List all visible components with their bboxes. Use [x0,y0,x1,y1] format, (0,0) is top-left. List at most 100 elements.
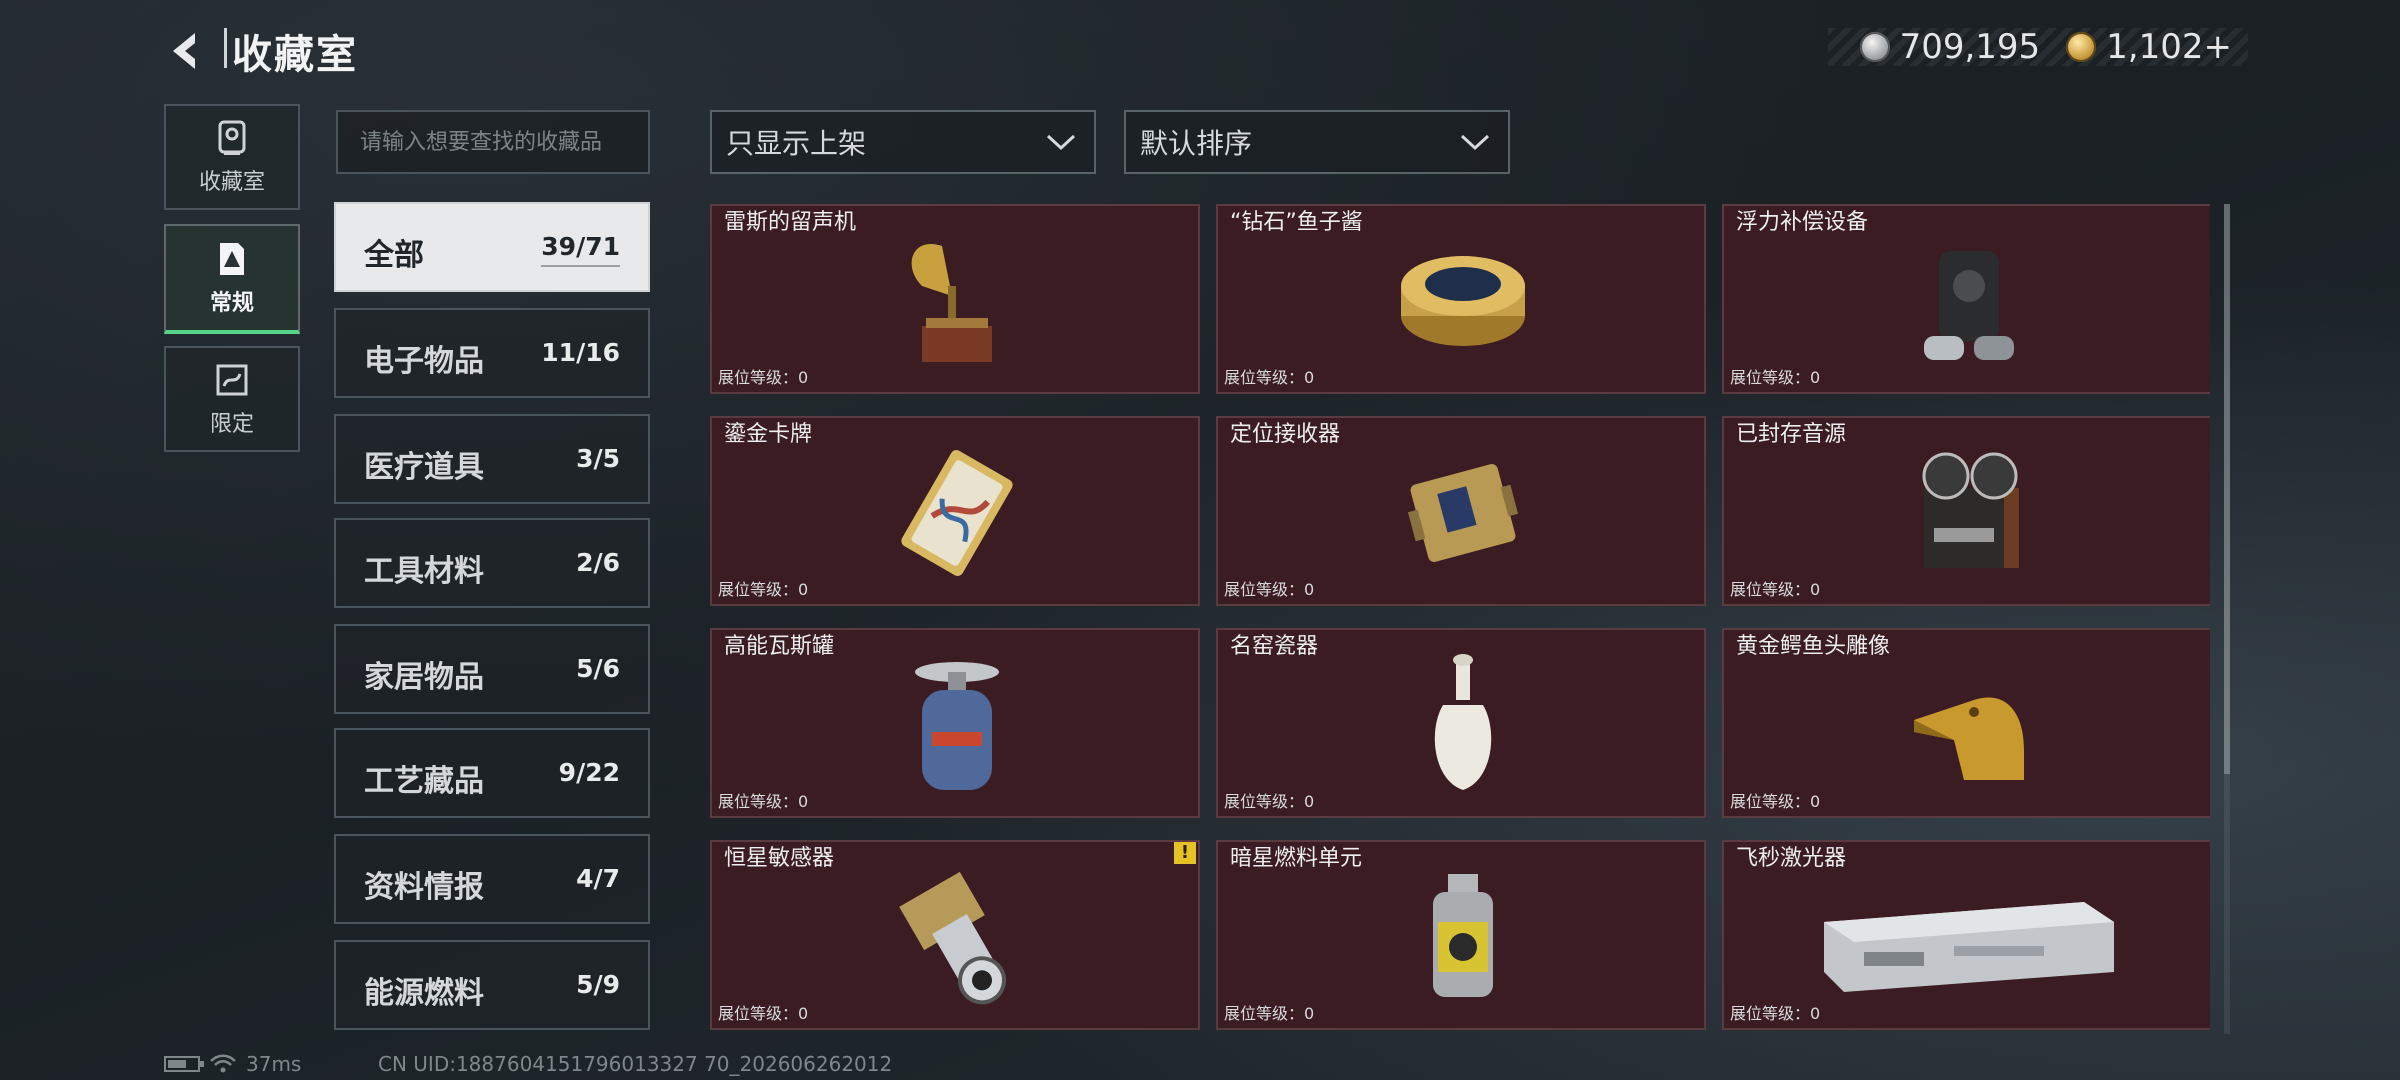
booth-level: 展位等级：0 [1730,792,1821,811]
category-name: 能源燃料 [364,976,484,1011]
booth-level: 展位等级：0 [1730,1004,1821,1023]
buoyancy-device-icon [1924,251,2014,360]
booth-level: 展位等级：0 [1730,580,1821,599]
battery-icon [164,1056,204,1072]
chevron-down-icon [1460,134,1490,151]
warning-icon: ! [1174,842,1196,864]
tab-regular[interactable]: 常规 [164,224,300,334]
item-card-femtosecond-laser[interactable]: 飞秒激光器 展位等级：0 [1722,840,2210,1030]
category-intel[interactable]: 资料情报 4/7 [334,834,650,924]
booth-level: 展位等级：0 [718,368,809,387]
category-count: 4/7 [576,864,620,893]
category-count: 9/22 [558,758,620,787]
item-name: 恒星敏感器 [724,846,835,871]
fuel-cell-icon [1433,874,1493,997]
search-input[interactable] [336,110,650,174]
category-count: 5/9 [576,970,620,999]
item-card-porcelain[interactable]: 名窑瓷器 展位等级：0 [1216,628,1706,818]
category-medical[interactable]: 医疗道具 3/5 [334,414,650,504]
back-arrow-icon [173,33,195,69]
collection-grid: 雷斯的留声机 展位等级：0 “钻石”鱼子酱 展位等级：0 浮力补偿设备 展位等级… [710,204,2210,1034]
booth-level: 展位等级：0 [1224,368,1315,387]
latency-text: 37ms [246,1052,302,1076]
regular-icon [220,243,244,275]
booth-level: 展位等级：0 [1730,368,1821,387]
femtosecond-laser-icon [1824,902,2114,992]
tab-label: 收藏室 [198,170,265,195]
title-separator [224,28,227,68]
booth-level: 展位等级：0 [718,1004,809,1023]
gramophone-icon [911,244,992,362]
booth-level: 展位等级：0 [718,580,809,599]
sort-label: 默认排序 [1140,127,1253,160]
category-electronics[interactable]: 电子物品 11/16 [334,308,650,398]
limited-icon [216,364,248,396]
grid-scrollbar[interactable] [2224,204,2230,1034]
item-name: 黄金鳄鱼头雕像 [1736,634,1891,659]
porcelain-vase-icon [1434,654,1492,790]
category-count: 3/5 [576,444,620,473]
booth-level: 展位等级：0 [718,792,809,811]
gold-crocodile-head-icon [1914,697,2024,780]
tab-label: 限定 [209,412,254,437]
item-name: 浮力补偿设备 [1736,210,1869,235]
item-card-gilded-card[interactable]: 鎏金卡牌 展位等级：0 [710,416,1200,606]
booth-level: 展位等级：0 [1224,580,1315,599]
reel-recorder-icon [1922,452,2019,568]
category-energy[interactable]: 能源燃料 5/9 [334,940,650,1030]
category-household[interactable]: 家居物品 5/6 [334,624,650,714]
gold-currency-value[interactable]: 1,102+ [2106,27,2232,67]
category-count: 2/6 [576,548,620,577]
back-button[interactable] [162,26,212,76]
wifi-icon [210,1054,236,1073]
category-count: 5/6 [576,654,620,683]
category-count: 39/71 [541,232,620,267]
booth-level: 展位等级：0 [1224,792,1315,811]
category-name: 家居物品 [364,660,484,695]
item-name: “钻石”鱼子酱 [1230,210,1363,235]
chevron-down-icon [1046,134,1076,151]
category-crafts[interactable]: 工艺藏品 9/22 [334,728,650,818]
gilded-card-icon [901,450,1013,576]
gold-coin-icon [2066,32,2097,62]
item-name: 高能瓦斯罐 [724,634,835,659]
item-name: 雷斯的留声机 [724,210,857,235]
item-card-buoyancy-device[interactable]: 浮力补偿设备 展位等级：0 [1722,204,2210,394]
collection-room-icon [218,120,246,155]
category-tools[interactable]: 工具材料 2/6 [334,518,650,608]
silver-coin-icon [1859,32,1890,62]
category-name: 电子物品 [364,344,484,379]
gas-canister-icon [915,662,999,790]
item-name: 暗星燃料单元 [1230,846,1363,871]
category-name: 全部 [364,238,424,273]
item-card-locator-receiver[interactable]: 定位接收器 展位等级：0 [1216,416,1706,606]
item-card-star-sensor[interactable]: 恒星敏感器 ! 展位等级：0 [710,840,1200,1030]
shelf-filter-dropdown[interactable]: 只显示上架 [710,110,1096,174]
category-all[interactable]: 全部 39/71 [334,202,650,292]
page-title: 收藏室 [232,32,358,78]
item-name: 已封存音源 [1736,422,1847,447]
booth-level: 展位等级：0 [1224,1004,1315,1023]
item-card-fuel-cell[interactable]: 暗星燃料单元 展位等级：0 [1216,840,1706,1030]
item-card-gold-crocodile[interactable]: 黄金鳄鱼头雕像 展位等级：0 [1722,628,2210,818]
category-count: 11/16 [541,338,620,367]
silver-currency-value: 709,195 [1899,27,2041,67]
category-name: 资料情报 [364,870,484,905]
status-bar: 37ms [164,1052,301,1076]
item-card-gramophone[interactable]: 雷斯的留声机 展位等级：0 [710,204,1200,394]
item-name: 定位接收器 [1230,422,1341,447]
category-name: 医疗道具 [364,450,484,485]
item-name: 鎏金卡牌 [724,422,813,447]
category-name: 工艺藏品 [364,764,484,799]
shelf-filter-label: 只显示上架 [726,127,867,160]
item-card-reel-recorder[interactable]: 已封存音源 展位等级：0 [1722,416,2210,606]
item-card-caviar[interactable]: “钻石”鱼子酱 展位等级：0 [1216,204,1706,394]
sort-dropdown[interactable]: 默认排序 [1124,110,1510,174]
star-sensor-icon [899,871,1006,1005]
tab-limited[interactable]: 限定 [164,346,300,452]
tab-collection-room[interactable]: 收藏室 [164,104,300,210]
category-name: 工具材料 [364,554,484,589]
item-card-gas-canister[interactable]: 高能瓦斯罐 展位等级：0 [710,628,1200,818]
item-name: 名窑瓷器 [1230,634,1319,659]
scrollbar-thumb[interactable] [2224,204,2230,774]
